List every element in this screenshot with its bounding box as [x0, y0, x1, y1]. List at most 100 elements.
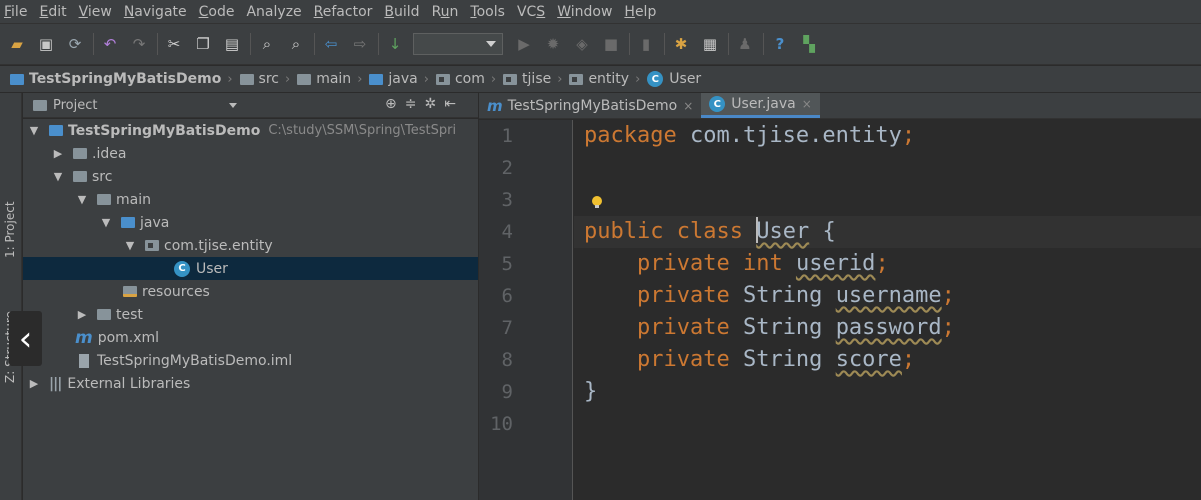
- collapse-arrow-icon[interactable]: ▼: [123, 239, 137, 252]
- run-config-combo[interactable]: [413, 33, 503, 55]
- project-tree: ▼ TestSpringMyBatisDemo C:\study\SSM\Spr…: [23, 119, 478, 500]
- menu-build[interactable]: Build: [384, 4, 419, 20]
- breadcrumb-item-user[interactable]: C User: [647, 71, 701, 87]
- settings-icon[interactable]: ✱: [670, 33, 692, 55]
- menu-file[interactable]: File: [4, 4, 27, 20]
- tree-item-external-libraries[interactable]: ▶ ||| External Libraries: [23, 372, 478, 395]
- line-number: 10: [490, 413, 513, 435]
- menu-window[interactable]: Window: [557, 4, 612, 20]
- back-icon[interactable]: ⇦: [320, 33, 342, 55]
- code-line: public class User {: [584, 217, 836, 244]
- tree-item-user[interactable]: C User: [23, 257, 478, 280]
- collapse-arrow-icon[interactable]: ▼: [99, 216, 113, 229]
- code-line: package com.tjise.entity;: [584, 123, 916, 148]
- back-arrow-button[interactable]: ‹: [9, 311, 42, 366]
- tab-label: TestSpringMyBatisDemo: [507, 97, 678, 114]
- stop-icon[interactable]: ■: [600, 33, 622, 55]
- close-icon[interactable]: ×: [683, 99, 693, 113]
- expand-arrow-icon[interactable]: ▶: [27, 377, 41, 390]
- line-number: 8: [501, 349, 513, 371]
- tree-item-test[interactable]: ▶ test: [23, 303, 478, 326]
- breadcrumb-item-src[interactable]: src ›: [239, 71, 298, 87]
- menu-view[interactable]: View: [79, 4, 112, 20]
- folder-icon: [297, 73, 312, 85]
- vcs-icon[interactable]: ▮: [635, 33, 657, 55]
- class-icon: C: [709, 96, 726, 112]
- tab-user-java[interactable]: C User.java ×: [701, 93, 820, 118]
- line-number-gutter[interactable]: 1 2 3 4 5 6 7 8 9 10: [479, 120, 573, 500]
- close-icon[interactable]: ×: [802, 97, 812, 111]
- expand-arrow-icon[interactable]: ▶: [51, 147, 65, 160]
- copy-icon[interactable]: ❐: [192, 33, 214, 55]
- menu-navigate[interactable]: Navigate: [124, 4, 187, 20]
- tree-item-label: resources: [142, 283, 210, 300]
- breadcrumb-item-com[interactable]: com ›: [435, 71, 503, 87]
- project-tool-button[interactable]: 1: Project: [3, 201, 17, 258]
- chevron-down-icon[interactable]: [229, 103, 237, 108]
- project-structure-icon[interactable]: ▦: [699, 33, 721, 55]
- tree-item-pom[interactable]: m pom.xml: [23, 326, 478, 349]
- menu-vcs[interactable]: VCS: [517, 4, 545, 20]
- collapse-all-icon[interactable]: ≑: [405, 96, 417, 112]
- help-icon[interactable]: ?: [769, 33, 791, 55]
- code-line: private String score;: [636, 347, 916, 372]
- breadcrumb-item-java[interactable]: java ›: [369, 71, 436, 87]
- save-icon[interactable]: ▣: [35, 33, 57, 55]
- code-line: }: [584, 379, 598, 404]
- tree-item-java[interactable]: ▼ java: [23, 211, 478, 234]
- collapse-arrow-icon[interactable]: ▼: [51, 170, 65, 183]
- tree-item-label: src: [92, 168, 113, 185]
- tab-testspringmybatisdemo[interactable]: m TestSpringMyBatisDemo ×: [479, 93, 701, 118]
- tree-item-iml[interactable]: TestSpringMyBatisDemo.iml: [23, 349, 478, 372]
- breadcrumb: TestSpringMyBatisDemo › src › main › java › …: [0, 66, 1201, 93]
- replace-icon[interactable]: ⌕: [285, 33, 307, 55]
- tree-item-project-root[interactable]: ▼ TestSpringMyBatisDemo C:\study\SSM\Spr…: [23, 119, 478, 142]
- find-icon[interactable]: ⌕: [256, 33, 278, 55]
- collapse-arrow-icon[interactable]: ▼: [75, 193, 89, 206]
- debug-icon[interactable]: ✹: [542, 33, 564, 55]
- sync-icon[interactable]: ⟳: [64, 33, 86, 55]
- sync-gradle-icon[interactable]: ▚: [798, 33, 820, 55]
- line-number: 1: [501, 125, 513, 147]
- toolbar-separator: [629, 33, 630, 55]
- toolbar-separator: [93, 33, 94, 55]
- project-panel-title[interactable]: Project: [53, 98, 97, 113]
- tree-item-idea[interactable]: ▶ .idea: [23, 142, 478, 165]
- menu-run[interactable]: Run: [432, 4, 459, 20]
- breadcrumb-item-project[interactable]: TestSpringMyBatisDemo ›: [10, 71, 240, 87]
- cut-icon[interactable]: ✂: [163, 33, 185, 55]
- menu-analyze[interactable]: Analyze: [246, 4, 301, 20]
- breadcrumb-item-tjise[interactable]: tjise ›: [503, 71, 569, 87]
- build-icon[interactable]: ↓: [384, 33, 406, 55]
- gear-icon[interactable]: ✲: [424, 96, 436, 112]
- redo-icon[interactable]: ↷: [128, 33, 150, 55]
- tree-item-label: TestSpringMyBatisDemo: [68, 122, 261, 139]
- menu-code[interactable]: Code: [199, 4, 235, 20]
- menu-help[interactable]: Help: [624, 4, 656, 20]
- tree-item-resources[interactable]: resources: [23, 280, 478, 303]
- breadcrumb-item-entity[interactable]: entity ›: [569, 71, 647, 87]
- collapse-arrow-icon[interactable]: ▼: [27, 124, 41, 137]
- menu-refactor[interactable]: Refactor: [314, 4, 373, 20]
- chevron-left-icon: ‹: [18, 318, 33, 359]
- hide-icon[interactable]: ⇤: [444, 96, 456, 112]
- menu-tools[interactable]: Tools: [470, 4, 505, 20]
- coverage-icon[interactable]: ◈: [571, 33, 593, 55]
- sdk-icon[interactable]: ♟: [734, 33, 756, 55]
- tree-item-main[interactable]: ▼ main: [23, 188, 478, 211]
- run-icon[interactable]: ▶: [513, 33, 535, 55]
- locate-icon[interactable]: ⊕: [385, 96, 397, 112]
- tree-item-src[interactable]: ▼ src: [23, 165, 478, 188]
- forward-icon[interactable]: ⇨: [349, 33, 371, 55]
- undo-icon[interactable]: ↶: [99, 33, 121, 55]
- expand-arrow-icon[interactable]: ▶: [75, 308, 89, 321]
- tree-item-package[interactable]: ▼ com.tjise.entity: [23, 234, 478, 257]
- lightbulb-icon[interactable]: [592, 196, 602, 208]
- menu-edit[interactable]: Edit: [39, 4, 66, 20]
- code-editor[interactable]: package com.tjise.entity; public class U…: [574, 120, 1201, 500]
- folder-icon: [73, 148, 87, 159]
- breadcrumb-item-main[interactable]: main ›: [297, 71, 369, 87]
- paste-icon[interactable]: ▤: [221, 33, 243, 55]
- open-icon[interactable]: ▰: [6, 33, 28, 55]
- tree-item-label: TestSpringMyBatisDemo.iml: [97, 352, 293, 369]
